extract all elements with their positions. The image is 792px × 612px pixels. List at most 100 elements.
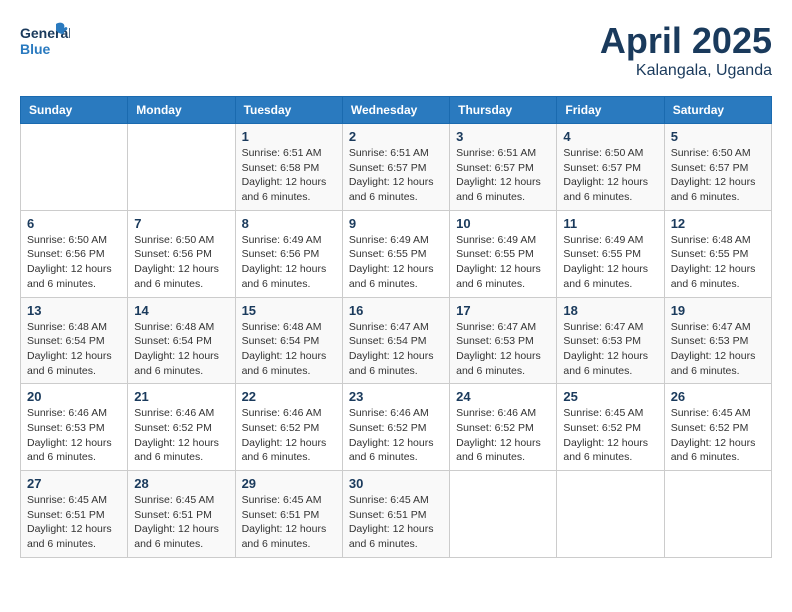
calendar-cell: 6 Sunrise: 6:50 AM Sunset: 6:56 PM Daylig…: [21, 210, 128, 297]
calendar-body: 1 Sunrise: 6:51 AM Sunset: 6:58 PM Daylig…: [21, 124, 772, 558]
day-number: 12: [671, 216, 765, 231]
day-number: 23: [349, 389, 443, 404]
calendar-cell: 4 Sunrise: 6:50 AM Sunset: 6:57 PM Daylig…: [557, 124, 664, 211]
calendar-cell: 30Sunrise: 6:45 AM Sunset: 6:51 PM Dayli…: [342, 471, 449, 558]
calendar-week-3: 13 Sunrise: 6:48 AM Sunset: 6:54 PM Dayli…: [21, 297, 772, 384]
calendar-cell: 18 Sunrise: 6:47 AM Sunset: 6:53 PM Dayli…: [557, 297, 664, 384]
day-header-monday: Monday: [128, 97, 235, 124]
calendar-cell: 22 Sunrise: 6:46 AM Sunset: 6:52 PM Dayli…: [235, 384, 342, 471]
day-info: Sunrise: 6:47 AM Sunset: 6:53 PM Dayligh…: [671, 320, 765, 379]
day-number: 22: [242, 389, 336, 404]
calendar-cell: 20 Sunrise: 6:46 AM Sunset: 6:53 PM Dayli…: [21, 384, 128, 471]
svg-text:Blue: Blue: [20, 41, 51, 57]
day-number: 30: [349, 476, 443, 491]
day-info: Sunrise: 6:48 AM Sunset: 6:54 PM Dayligh…: [27, 320, 121, 379]
day-number: 16: [349, 303, 443, 318]
calendar-cell: 13 Sunrise: 6:48 AM Sunset: 6:54 PM Dayli…: [21, 297, 128, 384]
calendar-week-4: 20 Sunrise: 6:46 AM Sunset: 6:53 PM Dayli…: [21, 384, 772, 471]
day-info: Sunrise: 6:51 AM Sunset: 6:57 PM Dayligh…: [349, 146, 443, 205]
day-number: 29: [242, 476, 336, 491]
day-info: Sunrise: 6:45 AM Sunset: 6:52 PM Dayligh…: [563, 406, 657, 465]
day-info: Sunrise: 6:45 AM Sunset: 6:51 PM Dayligh…: [242, 493, 336, 552]
day-info: Sunrise: 6:51 AM Sunset: 6:57 PM Dayligh…: [456, 146, 550, 205]
calendar-cell: 11Sunrise: 6:49 AM Sunset: 6:55 PM Dayli…: [557, 210, 664, 297]
day-info: Sunrise: 6:45 AM Sunset: 6:51 PM Dayligh…: [134, 493, 228, 552]
calendar-cell: [21, 124, 128, 211]
calendar-cell: 25 Sunrise: 6:45 AM Sunset: 6:52 PM Dayli…: [557, 384, 664, 471]
day-info: Sunrise: 6:48 AM Sunset: 6:54 PM Dayligh…: [134, 320, 228, 379]
page-header: General Blue April 2025 Kalangala, Ugand…: [20, 20, 772, 80]
day-number: 18: [563, 303, 657, 318]
day-info: Sunrise: 6:48 AM Sunset: 6:55 PM Dayligh…: [671, 233, 765, 292]
day-info: Sunrise: 6:49 AM Sunset: 6:56 PM Dayligh…: [242, 233, 336, 292]
calendar-cell: 16 Sunrise: 6:47 AM Sunset: 6:54 PM Dayli…: [342, 297, 449, 384]
day-info: Sunrise: 6:47 AM Sunset: 6:53 PM Dayligh…: [563, 320, 657, 379]
day-number: 26: [671, 389, 765, 404]
calendar-cell: 10Sunrise: 6:49 AM Sunset: 6:55 PM Dayli…: [450, 210, 557, 297]
day-number: 1: [242, 129, 336, 144]
day-number: 15: [242, 303, 336, 318]
calendar-cell: 24Sunrise: 6:46 AM Sunset: 6:52 PM Dayli…: [450, 384, 557, 471]
calendar-week-1: 1 Sunrise: 6:51 AM Sunset: 6:58 PM Daylig…: [21, 124, 772, 211]
day-number: 8: [242, 216, 336, 231]
day-header-wednesday: Wednesday: [342, 97, 449, 124]
calendar-week-5: 27 Sunrise: 6:45 AM Sunset: 6:51 PM Dayli…: [21, 471, 772, 558]
calendar-cell: 5Sunrise: 6:50 AM Sunset: 6:57 PM Daylig…: [664, 124, 771, 211]
day-number: 6: [27, 216, 121, 231]
calendar-cell: 21Sunrise: 6:46 AM Sunset: 6:52 PM Dayli…: [128, 384, 235, 471]
day-info: Sunrise: 6:50 AM Sunset: 6:57 PM Dayligh…: [671, 146, 765, 205]
day-number: 25: [563, 389, 657, 404]
calendar-cell: 15 Sunrise: 6:48 AM Sunset: 6:54 PM Dayli…: [235, 297, 342, 384]
day-header-tuesday: Tuesday: [235, 97, 342, 124]
calendar-cell: [128, 124, 235, 211]
calendar-cell: 2 Sunrise: 6:51 AM Sunset: 6:57 PM Daylig…: [342, 124, 449, 211]
calendar-cell: [664, 471, 771, 558]
calendar-header-row: SundayMondayTuesdayWednesdayThursdayFrid…: [21, 97, 772, 124]
calendar-cell: 27Sunrise: 6:45 AM Sunset: 6:51 PM Dayli…: [21, 471, 128, 558]
day-number: 10: [456, 216, 550, 231]
day-number: 17: [456, 303, 550, 318]
day-number: 20: [27, 389, 121, 404]
day-number: 13: [27, 303, 121, 318]
day-info: Sunrise: 6:47 AM Sunset: 6:54 PM Dayligh…: [349, 320, 443, 379]
day-number: 3: [456, 129, 550, 144]
day-number: 2: [349, 129, 443, 144]
day-info: Sunrise: 6:49 AM Sunset: 6:55 PM Dayligh…: [563, 233, 657, 292]
day-number: 9: [349, 216, 443, 231]
calendar-table: SundayMondayTuesdayWednesdayThursdayFrid…: [20, 96, 772, 558]
day-number: 28: [134, 476, 228, 491]
day-number: 27: [27, 476, 121, 491]
title-block: April 2025 Kalangala, Uganda: [600, 20, 772, 80]
month-title: April 2025: [600, 20, 772, 62]
day-header-sunday: Sunday: [21, 97, 128, 124]
day-number: 14: [134, 303, 228, 318]
calendar-cell: 17Sunrise: 6:47 AM Sunset: 6:53 PM Dayli…: [450, 297, 557, 384]
day-info: Sunrise: 6:46 AM Sunset: 6:52 PM Dayligh…: [456, 406, 550, 465]
calendar-cell: 1 Sunrise: 6:51 AM Sunset: 6:58 PM Daylig…: [235, 124, 342, 211]
day-info: Sunrise: 6:51 AM Sunset: 6:58 PM Dayligh…: [242, 146, 336, 205]
calendar-cell: 12 Sunrise: 6:48 AM Sunset: 6:55 PM Dayli…: [664, 210, 771, 297]
day-info: Sunrise: 6:48 AM Sunset: 6:54 PM Dayligh…: [242, 320, 336, 379]
logo: General Blue: [20, 20, 70, 62]
calendar-cell: 9 Sunrise: 6:49 AM Sunset: 6:55 PM Daylig…: [342, 210, 449, 297]
day-info: Sunrise: 6:49 AM Sunset: 6:55 PM Dayligh…: [349, 233, 443, 292]
day-info: Sunrise: 6:50 AM Sunset: 6:56 PM Dayligh…: [27, 233, 121, 292]
day-number: 7: [134, 216, 228, 231]
day-header-thursday: Thursday: [450, 97, 557, 124]
logo-svg: General Blue: [20, 20, 70, 62]
calendar-cell: 19 Sunrise: 6:47 AM Sunset: 6:53 PM Dayli…: [664, 297, 771, 384]
calendar-cell: 26 Sunrise: 6:45 AM Sunset: 6:52 PM Dayli…: [664, 384, 771, 471]
day-info: Sunrise: 6:45 AM Sunset: 6:52 PM Dayligh…: [671, 406, 765, 465]
day-info: Sunrise: 6:46 AM Sunset: 6:52 PM Dayligh…: [242, 406, 336, 465]
day-info: Sunrise: 6:46 AM Sunset: 6:53 PM Dayligh…: [27, 406, 121, 465]
day-info: Sunrise: 6:50 AM Sunset: 6:56 PM Dayligh…: [134, 233, 228, 292]
calendar-cell: 14 Sunrise: 6:48 AM Sunset: 6:54 PM Dayli…: [128, 297, 235, 384]
day-number: 19: [671, 303, 765, 318]
day-info: Sunrise: 6:50 AM Sunset: 6:57 PM Dayligh…: [563, 146, 657, 205]
day-number: 4: [563, 129, 657, 144]
calendar-cell: 7 Sunrise: 6:50 AM Sunset: 6:56 PM Daylig…: [128, 210, 235, 297]
day-header-friday: Friday: [557, 97, 664, 124]
calendar-week-2: 6 Sunrise: 6:50 AM Sunset: 6:56 PM Daylig…: [21, 210, 772, 297]
calendar-cell: [557, 471, 664, 558]
day-header-saturday: Saturday: [664, 97, 771, 124]
